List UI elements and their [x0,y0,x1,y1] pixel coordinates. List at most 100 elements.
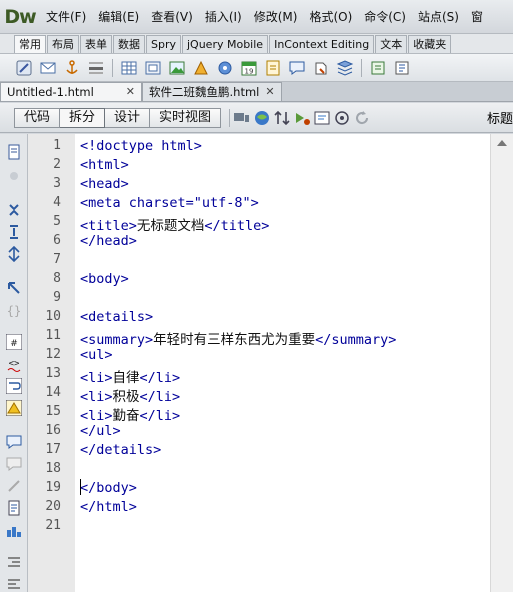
line-numbers-icon[interactable]: # [6,334,22,350]
collapse-full-tag-icon[interactable] [6,202,22,218]
svg-text:<>: <> [9,359,20,369]
line-number: 15 [45,404,61,419]
line-number: 13 [45,366,61,381]
code-line: </ul> [80,423,121,439]
snippets-icon[interactable] [392,58,412,78]
insert-div-icon[interactable] [143,58,163,78]
code-editor[interactable]: <!doctype html> <html> <head> <meta charset… [75,134,490,592]
close-icon[interactable]: ✕ [265,83,274,101]
menu-edit[interactable]: 编辑(E) [92,8,145,25]
tab-jquery-mobile[interactable]: jQuery Mobile [182,35,269,53]
balance-braces-icon: {} [7,304,21,318]
tab-incontext-editing[interactable]: InContext Editing [269,35,375,53]
svg-text:#: # [10,339,18,349]
menu-window[interactable]: 窗 [465,8,489,25]
app-logo: Dw [4,5,36,28]
vertical-scrollbar[interactable] [490,134,513,592]
hyperlink-icon[interactable] [14,58,34,78]
debug-icon[interactable] [292,108,312,128]
email-link-icon[interactable] [38,58,58,78]
recent-snippets-icon[interactable] [6,500,22,516]
code-line: <html> [80,157,129,173]
line-number: 11 [45,328,61,343]
menu-modify[interactable]: 修改(M) [248,8,304,25]
code-line: </html> [80,499,137,515]
date-icon[interactable]: 19 [239,58,259,78]
line-number: 12 [45,347,61,362]
live-view-button[interactable]: 实时视图 [150,107,222,128]
split-view-button[interactable]: 拆分 [60,107,106,128]
preview-browser-icon[interactable] [252,108,272,128]
line-number: 8 [53,271,61,286]
line-number: 19 [45,480,61,495]
document-tab-label: 软件二班魏鱼鹏.html [149,85,260,99]
line-number: 10 [45,309,61,324]
indent-code-icon[interactable] [6,554,22,570]
tab-forms[interactable]: 表单 [80,35,112,53]
close-icon[interactable]: ✕ [126,83,135,101]
line-number: 7 [53,252,61,267]
file-management-icon[interactable] [272,108,292,128]
menu-view[interactable]: 查看(V) [145,8,199,25]
coding-toolbar: {} # <> [0,134,28,592]
media-icon[interactable] [191,58,211,78]
highlight-invalid-code-icon[interactable]: <> [6,356,22,372]
head-icon[interactable] [311,58,331,78]
toolbar-separator [229,108,231,127]
comment-icon[interactable] [287,58,307,78]
tag-chooser-icon[interactable] [368,58,388,78]
menu-insert[interactable]: 插入(I) [199,8,248,25]
outdent-code-icon[interactable] [6,576,22,592]
refresh-icon[interactable] [352,108,372,128]
document-toolbar: 代码 拆分 设计 实时视图 标题 [0,103,513,133]
svg-text:{}: {} [7,304,21,318]
code-view-button[interactable]: 代码 [14,107,61,128]
line-number: 4 [53,195,61,210]
tab-favorites[interactable]: 收藏夹 [408,35,452,53]
expand-all-icon[interactable] [6,246,22,262]
menu-format[interactable]: 格式(O) [303,8,358,25]
select-parent-tag-icon[interactable] [6,280,22,296]
menu-commands[interactable]: 命令(C) [358,8,412,25]
syntax-error-alerts-icon[interactable] [6,400,22,416]
tab-common[interactable]: 常用 [14,35,46,53]
wrap-tag-icon [8,480,20,492]
image-icon[interactable] [167,58,187,78]
code-line: <li>勤奋</li> [80,408,181,424]
menu-site[interactable]: 站点(S) [412,8,465,25]
templates-icon[interactable] [335,58,355,78]
scroll-up-icon[interactable] [497,140,507,146]
horizontal-rule-icon[interactable] [86,58,106,78]
design-view-button[interactable]: 设计 [105,107,151,128]
named-anchor-icon[interactable] [62,58,82,78]
move-css-icon[interactable] [6,522,22,538]
line-number: 21 [45,518,61,533]
tab-text[interactable]: 文本 [375,35,408,53]
table-icon[interactable] [119,58,139,78]
line-number: 9 [53,290,61,305]
tab-spry[interactable]: Spry [146,35,181,53]
code-line: <details> [80,309,154,325]
line-number: 6 [53,233,61,248]
code-line: </details> [80,442,162,458]
open-documents-icon[interactable] [6,144,22,160]
tab-layout[interactable]: 布局 [47,35,79,53]
line-number: 5 [53,214,61,229]
word-wrap-icon[interactable] [6,378,22,394]
menu-file[interactable]: 文件(F) [40,8,92,25]
live-code-icon[interactable] [332,108,352,128]
code-line: <meta charset="utf-8"> [80,195,259,211]
line-number: 20 [45,499,61,514]
line-number: 2 [53,157,61,172]
collapse-selection-icon[interactable] [6,224,22,240]
multiscreen-icon[interactable] [232,108,252,128]
document-tab-untitled[interactable]: Untitled-1.html ✕ [0,82,142,101]
visual-aids-icon[interactable] [312,108,332,128]
code-line: </body> [80,480,137,496]
document-tab-second[interactable]: 软件二班魏鱼鹏.html ✕ [142,82,282,101]
tab-data[interactable]: 数据 [113,35,145,53]
insert-bar-tabs: 常用 布局 表单 数据 Spry jQuery Mobile InContext… [0,34,513,54]
widget-icon[interactable] [215,58,235,78]
apply-comment-icon[interactable] [6,434,22,450]
server-include-icon[interactable] [263,58,283,78]
